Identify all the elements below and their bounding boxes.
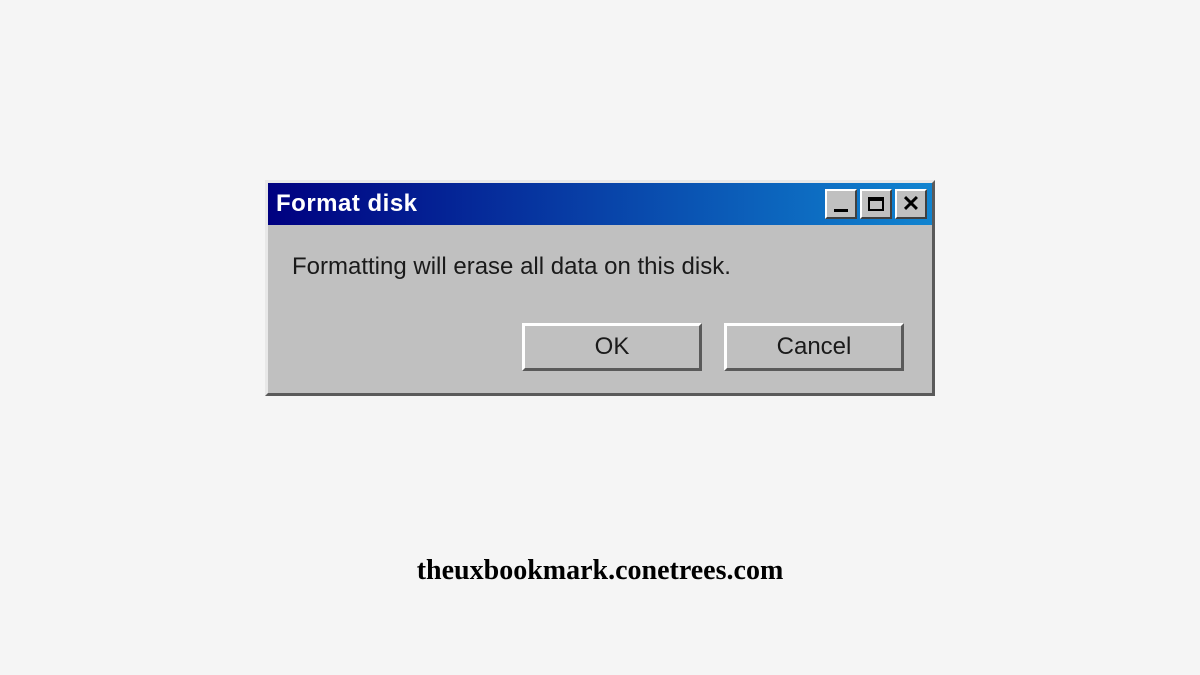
minimize-button[interactable] xyxy=(825,189,857,219)
titlebar[interactable]: Format disk ✕ xyxy=(268,183,932,225)
dialog-button-row: OK Cancel xyxy=(292,323,908,371)
dialog-message: Formatting will erase all data on this d… xyxy=(292,253,908,281)
ok-button[interactable]: OK xyxy=(522,323,702,371)
close-icon: ✕ xyxy=(902,193,920,215)
page-caption: theuxbookmark.conetrees.com xyxy=(0,555,1200,587)
close-button[interactable]: ✕ xyxy=(895,189,927,219)
dialog-body: Formatting will erase all data on this d… xyxy=(268,225,932,393)
window-title: Format disk xyxy=(276,190,418,218)
maximize-icon xyxy=(868,197,884,211)
maximize-button[interactable] xyxy=(860,189,892,219)
window-controls: ✕ xyxy=(825,189,927,219)
minimize-icon xyxy=(834,209,848,212)
cancel-button[interactable]: Cancel xyxy=(724,323,904,371)
format-disk-dialog: Format disk ✕ Formatting will erase all … xyxy=(265,180,935,396)
